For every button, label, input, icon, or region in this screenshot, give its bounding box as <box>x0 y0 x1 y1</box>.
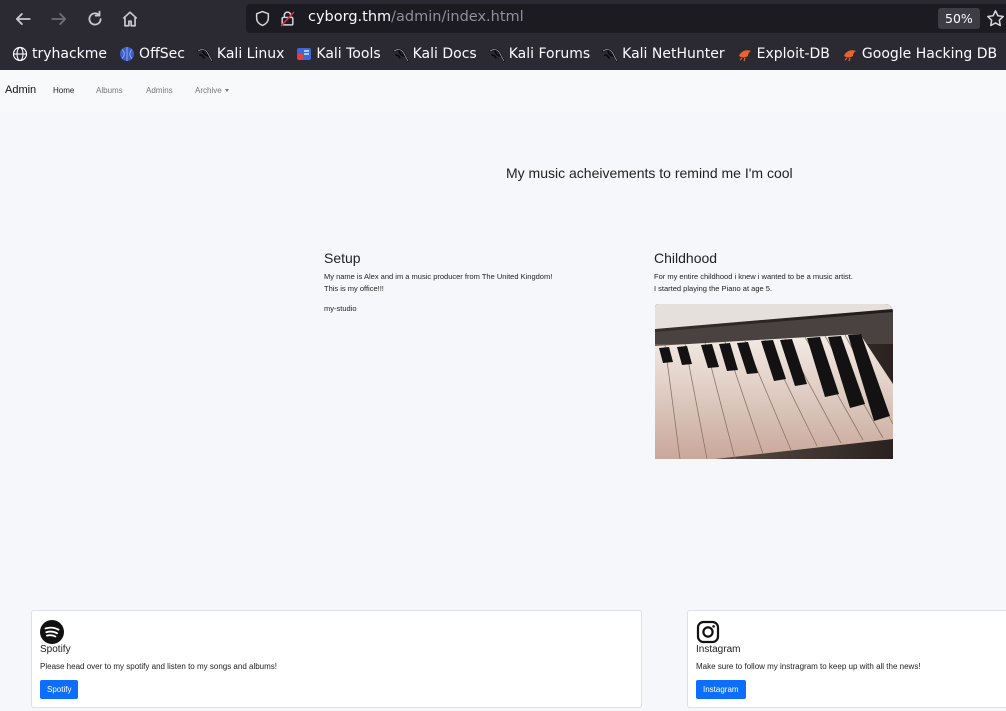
bookmark-tryhackme[interactable]: tryhackme <box>12 46 107 62</box>
offsec-icon <box>119 46 135 62</box>
bookmark-label: OffSec <box>139 46 185 62</box>
site-navbar: Admin Home Albums Admins Archive <box>0 70 1006 112</box>
bookmarks-bar: tryhackme OffSec Kali Linux Kali Tools K… <box>0 40 1006 68</box>
kali-dragon-icon <box>392 46 409 62</box>
bookmark-kali-forums[interactable]: Kali Forums <box>488 46 591 62</box>
childhood-line-2: I started playing the Piano at age 5. <box>654 284 772 293</box>
childhood-title: Childhood <box>654 250 718 266</box>
arrow-right-icon <box>51 13 67 25</box>
arrow-left-icon <box>15 13 31 25</box>
page-heading: My music acheivements to remind me I'm c… <box>506 165 793 181</box>
browser-toolbar: cyborg.thm/admin/index.html 50% <box>0 0 1006 37</box>
spotify-button[interactable]: Spotify <box>40 680 79 699</box>
bookmark-label: Kali Tools <box>316 46 381 62</box>
bookmark-kali-nethunter[interactable]: Kali NetHunter <box>602 46 725 62</box>
bookmark-kali-docs[interactable]: Kali Docs <box>392 46 477 62</box>
setup-section: Setup My name is Alex and im a music pro… <box>324 250 552 315</box>
spotify-icon <box>40 620 64 644</box>
instagram-card: Instagram Make sure to follow my instrag… <box>687 610 1006 708</box>
childhood-section: Childhood For my entire childhood i knew… <box>654 250 853 295</box>
nav-home[interactable]: Home <box>53 86 74 95</box>
instagram-button[interactable]: Instagram <box>696 680 746 699</box>
spotify-description: Please head over to my spotify and liste… <box>40 662 278 671</box>
kali-tools-icon <box>296 46 312 62</box>
kali-dragon-icon <box>488 46 505 62</box>
home-button[interactable] <box>117 6 143 32</box>
nav-archive-dropdown[interactable]: Archive <box>195 86 229 95</box>
nav-archive-label: Archive <box>195 86 222 95</box>
exploit-db-icon <box>842 46 858 62</box>
bookmark-label: Kali NetHunter <box>622 46 725 62</box>
forward-button[interactable] <box>46 6 72 32</box>
bookmark-kali-tools[interactable]: Kali Tools <box>296 46 381 62</box>
back-button[interactable] <box>10 6 36 32</box>
nav-albums[interactable]: Albums <box>96 86 123 95</box>
bookmark-star-icon[interactable] <box>986 9 1005 28</box>
reload-icon <box>88 10 102 26</box>
reload-button[interactable] <box>82 6 108 32</box>
kali-dragon-icon <box>602 46 619 62</box>
zoom-level-badge[interactable]: 50% <box>938 8 980 29</box>
home-icon <box>122 11 138 27</box>
nav-admins[interactable]: Admins <box>146 86 173 95</box>
bookmark-label: Exploit-DB <box>756 46 830 62</box>
url-bar[interactable]: cyborg.thm/admin/index.html 50% <box>246 4 1006 33</box>
setup-line-2: This is my office!!! <box>324 284 384 293</box>
bookmark-google-hacking-db[interactable]: Google Hacking DB <box>842 46 997 62</box>
bookmark-kali-linux[interactable]: Kali Linux <box>197 46 284 62</box>
url-path: /admin/index.html <box>391 9 524 25</box>
insecure-lock-icon[interactable] <box>279 10 296 27</box>
exploit-db-icon <box>737 46 753 62</box>
caret-down-icon <box>224 89 229 93</box>
shield-icon[interactable] <box>254 10 271 27</box>
url-text[interactable]: cyborg.thm/admin/index.html <box>308 9 524 25</box>
bookmark-label: Kali Forums <box>508 46 591 62</box>
bookmark-label: tryhackme <box>32 46 108 62</box>
kali-dragon-icon <box>197 46 213 62</box>
bookmark-label: Kali Linux <box>216 46 285 62</box>
globe-icon <box>12 46 28 62</box>
bookmark-offsec[interactable]: OffSec <box>119 46 185 62</box>
spotify-title: Spotify <box>40 644 71 655</box>
instagram-description: Make sure to follow my instragram to kee… <box>696 662 921 671</box>
instagram-icon <box>696 620 720 644</box>
childhood-line-1: For my entire childhood i knew i wanted … <box>654 272 853 281</box>
browser-chrome: cyborg.thm/admin/index.html 50% tryhackm… <box>0 0 1006 70</box>
piano-image <box>655 304 893 459</box>
bookmark-label: Google Hacking DB <box>861 46 998 62</box>
bookmark-label: Kali Docs <box>412 46 477 62</box>
studio-image-broken-alt: my-studio <box>324 304 357 313</box>
setup-line-1: My name is Alex and im a music producer … <box>324 272 553 281</box>
navbar-brand[interactable]: Admin <box>5 84 36 96</box>
instagram-title: Instagram <box>696 644 741 655</box>
setup-title: Setup <box>324 250 361 266</box>
bookmark-exploit-db[interactable]: Exploit-DB <box>737 46 830 62</box>
url-host: cyborg.thm <box>308 9 392 25</box>
spotify-card: Spotify Please head over to my spotify a… <box>31 610 642 708</box>
